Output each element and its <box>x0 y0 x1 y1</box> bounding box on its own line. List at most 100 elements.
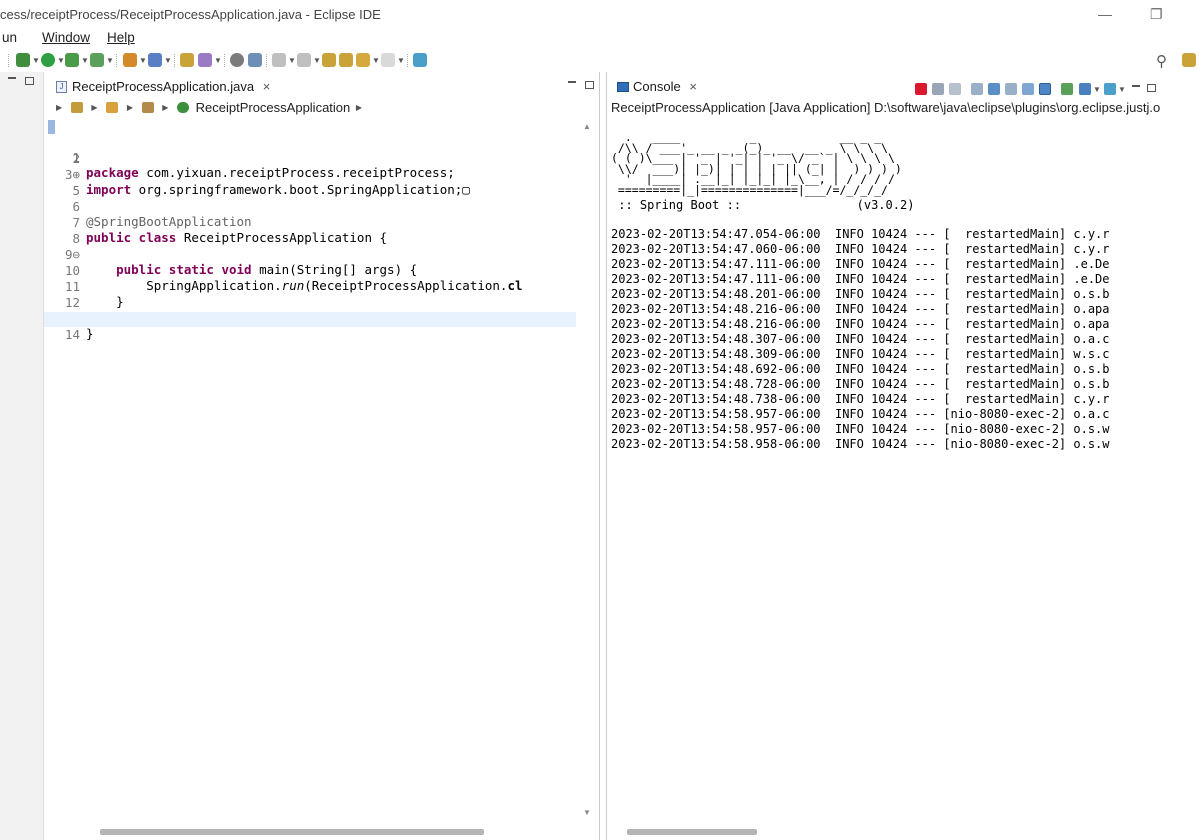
web-browser-icon[interactable] <box>230 53 244 67</box>
run-icon[interactable] <box>41 53 55 67</box>
toolbar-separator <box>407 54 408 67</box>
toolbar-separator <box>174 54 175 67</box>
editor-tab[interactable]: J ReceiptProcessApplication.java × <box>52 76 277 98</box>
log-line: 2023-02-20T13:54:48.738-06:00 INFO 10424… <box>611 392 1110 406</box>
toolbar-separator <box>266 54 267 67</box>
last-edit-location-icon[interactable] <box>322 53 336 67</box>
current-code-line: 14 <box>44 312 576 342</box>
java-perspective-icon[interactable] <box>1182 53 1196 67</box>
chevron-right-icon[interactable]: ▶ <box>56 103 62 112</box>
restore-button[interactable]: ❐ <box>1150 6 1163 23</box>
show-on-stderr-icon[interactable] <box>1039 83 1051 95</box>
console-icon <box>617 82 629 92</box>
java-editor: J ReceiptProcessApplication.java × ▶ ▶ ▶… <box>44 72 600 840</box>
log-line: 2023-02-20T13:54:47.111-06:00 INFO 10424… <box>611 257 1110 271</box>
show-on-stdout-icon[interactable] <box>1022 83 1034 95</box>
open-console-icon[interactable] <box>1104 83 1116 95</box>
log-line: 2023-02-20T13:54:58.957-06:00 INFO 10424… <box>611 422 1110 436</box>
chevron-down-icon[interactable]: ▼ <box>57 56 65 65</box>
class-icon[interactable] <box>177 102 189 113</box>
code-line: 6 @SpringBootApplication <box>44 184 576 229</box>
chevron-right-icon[interactable]: ▶ <box>91 103 97 112</box>
package-icon[interactable] <box>141 102 154 113</box>
code-line: 9⊖ public static void main(String[] args… <box>44 232 576 277</box>
close-icon[interactable]: × <box>689 79 697 94</box>
log-line: 2023-02-20T13:54:58.957-06:00 INFO 10424… <box>611 407 1110 421</box>
open-type-icon[interactable] <box>180 53 194 67</box>
coverage-icon[interactable] <box>65 53 79 67</box>
close-icon[interactable]: × <box>263 79 271 94</box>
maximize-editor-icon[interactable] <box>585 81 594 89</box>
next-edit-icon[interactable] <box>339 53 353 67</box>
scroll-up-icon[interactable]: ▲ <box>583 122 591 131</box>
project-icon[interactable] <box>70 102 83 113</box>
new-java-project-icon[interactable] <box>123 53 137 67</box>
minimize-button[interactable]: — <box>1098 6 1112 22</box>
chevron-right-icon[interactable]: ▶ <box>162 103 168 112</box>
minimize-view-icon[interactable] <box>8 77 16 80</box>
chevron-right-icon[interactable]: ▶ <box>356 103 362 112</box>
chevron-down-icon[interactable]: ▼ <box>313 56 321 65</box>
external-tools-icon[interactable] <box>90 53 104 67</box>
source-folder-icon[interactable] <box>106 102 119 113</box>
code-line: 8 <box>44 216 576 246</box>
left-view-strip <box>0 72 44 840</box>
chevron-down-icon[interactable]: ▼ <box>288 56 296 65</box>
console-horizontal-scrollbar[interactable] <box>627 829 757 835</box>
display-console-icon[interactable] <box>1079 83 1091 95</box>
code-area[interactable]: 1 package com.yixuan.receiptProcess.rece… <box>44 120 576 810</box>
new-class-icon[interactable] <box>148 53 162 67</box>
chevron-right-icon[interactable]: ▶ <box>127 103 133 112</box>
minimize-editor-icon[interactable] <box>568 81 576 84</box>
maximize-console-icon[interactable] <box>1147 84 1156 92</box>
remove-launch-icon[interactable] <box>932 83 944 95</box>
console-tab-label: Console <box>633 79 681 94</box>
title-bar: cess/receiptProcess/ReceiptProcessApplic… <box>0 0 1204 30</box>
chevron-down-icon[interactable]: ▼ <box>372 56 380 65</box>
search-icon[interactable]: ⚲ <box>1156 52 1167 70</box>
log-line: 2023-02-20T13:54:48.692-06:00 INFO 10424… <box>611 362 1110 376</box>
pin-editor-icon[interactable] <box>413 53 427 67</box>
next-annotation-icon[interactable] <box>272 53 286 67</box>
pin-console-icon[interactable] <box>1061 83 1073 95</box>
log-line: 2023-02-20T13:54:48.216-06:00 INFO 10424… <box>611 317 1110 331</box>
menu-help[interactable]: Help <box>107 30 135 45</box>
forward-arrow-icon[interactable] <box>381 53 395 67</box>
chevron-down-icon[interactable]: ▼ <box>397 56 405 65</box>
chevron-down-icon[interactable]: ▼ <box>214 56 222 65</box>
console-tab-row: Console × ▼ ▼ <box>607 76 1204 98</box>
code-line: 12 <box>44 280 576 310</box>
editor-vertical-scrollbar[interactable]: ▲ ▼ <box>576 120 600 820</box>
chevron-down-icon[interactable]: ▼ <box>164 56 172 65</box>
console-output[interactable]: . ____ _ __ _ _ /\\ / ___'_ __ _ _(_)_ _… <box>611 132 1204 452</box>
chevron-down-icon[interactable]: ▼ <box>32 56 40 65</box>
debug-icon[interactable] <box>16 53 30 67</box>
maximize-view-icon[interactable] <box>25 77 34 85</box>
editor-horizontal-scrollbar[interactable] <box>100 829 484 835</box>
chevron-down-icon[interactable]: ▼ <box>1093 85 1101 94</box>
menu-run[interactable]: Run <box>2 30 17 45</box>
word-wrap-icon[interactable] <box>1005 83 1017 95</box>
console-tab[interactable]: Console × <box>613 76 703 98</box>
search-task-icon[interactable] <box>198 53 212 67</box>
menu-window[interactable]: Window <box>42 30 90 45</box>
java-file-icon: J <box>56 81 67 93</box>
terminate-icon[interactable] <box>915 83 927 95</box>
log-line: 2023-02-20T13:54:48.307-06:00 INFO 10424… <box>611 332 1110 346</box>
code-line: 11 } <box>44 264 576 309</box>
chevron-down-icon[interactable]: ▼ <box>139 56 147 65</box>
code-line: 10 SpringApplication.run(ReceiptProcessA… <box>44 248 576 293</box>
clear-console-icon[interactable] <box>971 83 983 95</box>
code-line: 7 public class ReceiptProcessApplication… <box>44 200 576 245</box>
toggle-mark-icon[interactable] <box>248 53 262 67</box>
previous-annotation-icon[interactable] <box>297 53 311 67</box>
breadcrumb-class[interactable]: ReceiptProcessApplication <box>196 100 351 115</box>
remove-all-terminated-icon[interactable] <box>949 83 961 95</box>
scroll-lock-icon[interactable] <box>988 83 1000 95</box>
chevron-down-icon[interactable]: ▼ <box>106 56 114 65</box>
back-arrow-icon[interactable] <box>356 53 370 67</box>
chevron-down-icon[interactable]: ▼ <box>81 56 89 65</box>
minimize-console-icon[interactable] <box>1132 85 1140 88</box>
chevron-down-icon[interactable]: ▼ <box>1118 85 1126 94</box>
scroll-down-icon[interactable]: ▼ <box>583 808 591 817</box>
